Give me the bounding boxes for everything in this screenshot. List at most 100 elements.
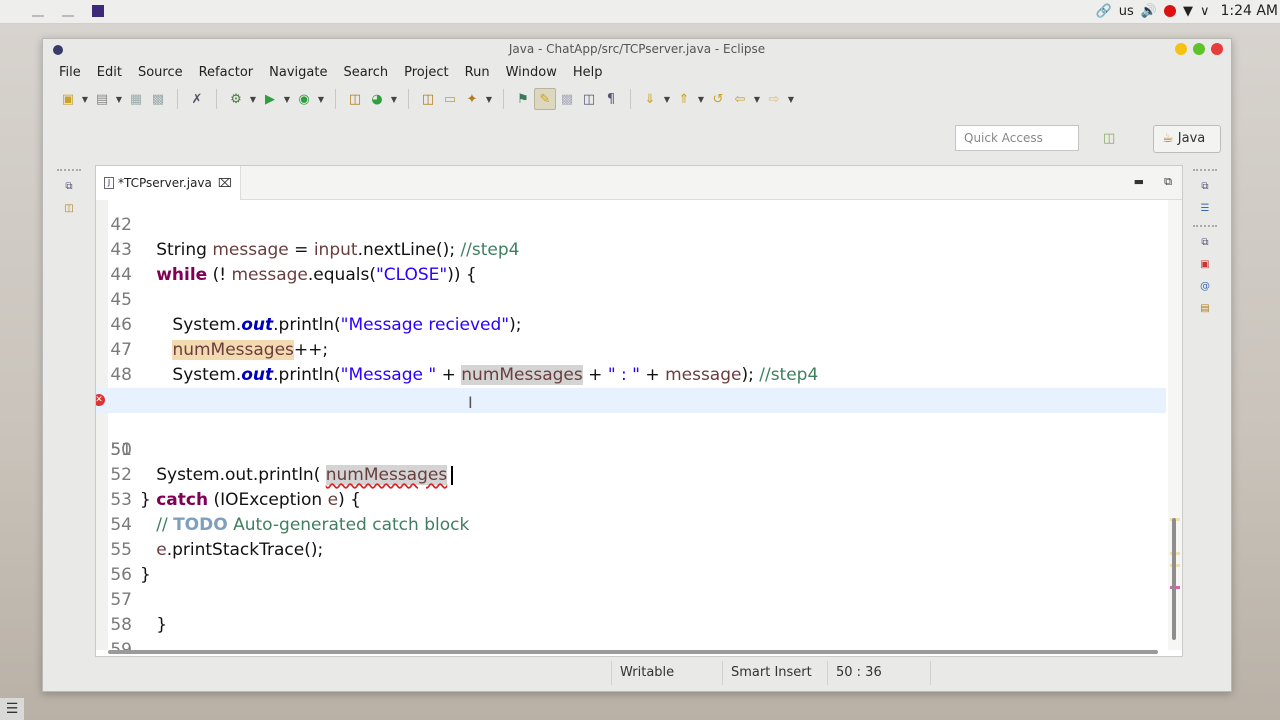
chevron-down-icon[interactable]: ▼ [113,95,125,104]
code-line[interactable]: 59 } [96,613,1166,650]
chevron-down-icon[interactable]: ▼ [695,95,707,104]
menu-project[interactable]: Project [396,65,456,80]
chevron-down-icon[interactable]: ▼ [315,95,327,104]
save-all-icon[interactable]: ▩ [147,88,169,110]
chevron-down-icon[interactable]: ▼ [247,95,259,104]
chevron-down-icon[interactable]: ▼ [483,95,495,104]
quick-access-input[interactable]: Quick Access [955,125,1079,151]
save-icon[interactable]: ▦ [125,88,147,110]
run-icon[interactable]: ▶ [259,88,281,110]
javadoc-icon[interactable]: @ [1198,281,1212,295]
chevron-down-icon[interactable]: ▼ [388,95,400,104]
scrollbar-thumb[interactable] [1172,518,1176,640]
new-file-icon[interactable]: ▤ [91,88,113,110]
volume-icon[interactable]: 🔊 [1141,4,1157,19]
keyboard-layout[interactable]: us [1119,4,1134,19]
status-insert-mode[interactable]: Smart Insert [722,661,826,685]
block-selection-icon[interactable]: ▩ [556,88,578,110]
code-line[interactable]: 56 [96,538,1166,585]
trim-handle[interactable] [1193,225,1217,229]
menu-file[interactable]: File [51,65,89,80]
app-indicator-icon[interactable] [62,5,74,17]
last-edit-icon[interactable]: ↺ [707,88,729,110]
code-line[interactable]: 51 [96,413,1166,460]
window-titlebar[interactable]: Java - ChatApp/src/TCPserver.java - Ecli… [43,39,1231,61]
menu-navigate[interactable]: Navigate [261,65,335,80]
outline-icon[interactable]: ☰ [1198,203,1212,217]
annotation-icon[interactable]: ⚑ [512,88,534,110]
open-perspective-icon[interactable]: ◫ [1103,131,1115,146]
code-line[interactable]: 53 // TODO Auto-generated catch block [96,463,1166,535]
chevron-down-icon[interactable]: ▼ [79,95,91,104]
clock[interactable]: 1:24 AM [1220,3,1278,19]
chevron-down-icon[interactable]: ▼ [751,95,763,104]
restore-icon[interactable]: ⧉ [1198,237,1212,251]
declaration-icon[interactable]: ▤ [1198,303,1212,317]
open-type-icon[interactable]: ◫ [417,88,439,110]
chevron-down-icon[interactable]: ▼ [661,95,673,104]
word-wrap-icon[interactable]: ◫ [578,88,600,110]
close-tab-icon[interactable]: ⌧ [218,176,232,190]
horizontal-scrollbar[interactable] [108,648,1163,656]
problems-icon[interactable]: ▣ [1198,259,1212,273]
app-indicator-icon[interactable] [32,5,44,17]
link-icon[interactable]: 🔗 [1096,4,1112,19]
minimize-icon[interactable]: ▬ [1134,175,1144,188]
wifi-icon[interactable]: ▼ [1183,4,1193,19]
previous-annotation-icon[interactable]: ⇑ [673,88,695,110]
trim-handle[interactable] [57,169,81,173]
new-class-icon[interactable]: ◕ [366,88,388,110]
code-line[interactable]: 54 e.printStackTrace(); [96,488,1166,560]
code-line[interactable]: 48 } [96,338,1166,410]
code-line[interactable]: 47 System.out.println("Message " + numMe… [96,313,1166,385]
next-annotation-icon[interactable]: ⇓ [639,88,661,110]
maximize-icon[interactable]: ⧉ [1164,175,1172,189]
record-icon[interactable] [1163,5,1176,17]
java-perspective-button[interactable]: ☕ Java [1153,125,1221,153]
menu-run[interactable]: Run [457,65,498,80]
menu-icon[interactable]: ☰ [0,698,24,720]
skip-breakpoints-icon[interactable]: ✗ [186,88,208,110]
back-icon[interactable]: ⇦ [729,88,751,110]
code-editor[interactable]: 42 String message = input.nextLine(); //… [96,200,1166,650]
code-line[interactable]: 55 } [96,513,1166,585]
close-button[interactable] [1211,43,1223,55]
trim-handle[interactable] [1193,169,1217,173]
external-tools-icon[interactable]: ◉ [293,88,315,110]
maximize-button[interactable] [1193,43,1205,55]
menu-help[interactable]: Help [565,65,611,80]
vertical-scrollbar[interactable] [1168,200,1182,650]
code-line[interactable]: 57 } [96,563,1166,635]
menu-window[interactable]: Window [498,65,565,80]
open-folder-icon[interactable]: ▭ [439,88,461,110]
chevron-down-icon[interactable]: ▼ [281,95,293,104]
code-line[interactable]: 52 } catch (IOException e) { [96,438,1166,510]
code-line[interactable]: 49 [96,363,1166,410]
code-line[interactable]: 46 numMessages++; [96,288,1166,360]
code-line[interactable]: 45 System.out.println("Message recieved"… [96,263,1166,335]
new-package-icon[interactable]: ◫ [344,88,366,110]
code-line[interactable]: 42 String message = input.nextLine(); //… [96,200,1166,260]
eclipse-app-icon[interactable] [92,5,104,17]
search-icon[interactable]: ✦ [461,88,483,110]
show-whitespace-icon[interactable]: ¶ [600,88,622,110]
restore-icon[interactable]: ⧉ [62,181,76,195]
code-line[interactable]: 43 while (! message.equals("CLOSE")) { [96,213,1166,285]
chevron-down-icon[interactable]: ∨ [1200,4,1210,19]
menu-refactor[interactable]: Refactor [191,65,262,80]
code-line[interactable]: 58 [96,588,1166,635]
menu-search[interactable]: Search [335,65,396,80]
code-line[interactable]: 44 [96,238,1166,285]
menu-edit[interactable]: Edit [89,65,130,80]
forward-icon[interactable]: ⇨ [763,88,785,110]
menu-source[interactable]: Source [130,65,191,80]
restore-icon[interactable]: ⧉ [1198,181,1212,195]
scrollbar-thumb[interactable] [108,650,1158,654]
chevron-down-icon[interactable]: ▼ [785,95,797,104]
current-code-line[interactable]: ✕ 50 System.out.println( numMessages I [96,388,1166,485]
new-icon[interactable]: ▣ [57,88,79,110]
mark-occurrences-icon[interactable]: ✎ [534,88,556,110]
package-explorer-icon[interactable]: ◫ [62,203,76,217]
error-marker-icon[interactable]: ✕ [96,394,105,406]
debug-icon[interactable]: ⚙ [225,88,247,110]
